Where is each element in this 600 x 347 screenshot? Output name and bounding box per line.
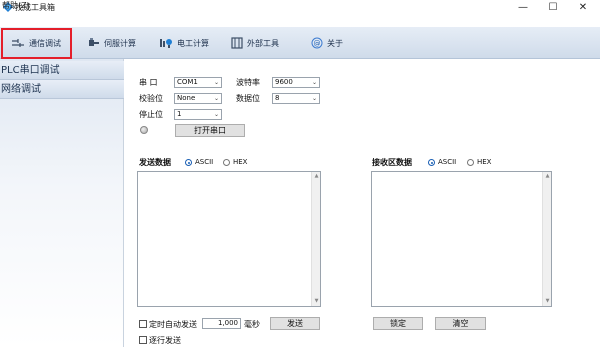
toolbar-about-button[interactable]: @ 关于	[311, 29, 361, 57]
toolbar-ext-button[interactable]: 外部工具	[231, 29, 299, 57]
toolbar-about-label: 关于	[327, 38, 343, 48]
receive-title: 接收区数据	[372, 158, 412, 167]
send-hex-label: HEX	[233, 158, 248, 166]
open-port-button[interactable]: 打开串口	[175, 124, 245, 137]
close-button[interactable]: ✕	[568, 0, 598, 15]
minimize-button[interactable]: —	[508, 0, 538, 15]
sidebar-item-plc-serial[interactable]: PLC串口调试	[0, 61, 124, 80]
toolbar-servo-label: 伺服计算	[104, 38, 136, 48]
receive-ascii-label: ASCII	[438, 158, 457, 166]
send-ascii-label: ASCII	[195, 158, 214, 166]
sidebar-item-network[interactable]: 网络调试	[0, 80, 124, 99]
databits-value: 8	[275, 94, 280, 102]
line-send-label: 逐行发送	[149, 336, 181, 345]
stopbits-label: 停止位	[139, 110, 163, 119]
port-status-indicator	[140, 126, 148, 134]
chevron-down-icon: ⌄	[213, 111, 219, 118]
line-send-checkbox[interactable]	[139, 336, 147, 344]
send-scrollbar[interactable]: ▲ ▼	[311, 172, 320, 306]
port-select[interactable]: COM1 ⌄	[174, 77, 222, 88]
toolbar-elec-button[interactable]: 电工计算	[159, 29, 219, 57]
electric-icon	[159, 37, 173, 49]
receive-hex-radio[interactable]	[467, 159, 474, 166]
clear-button[interactable]: 清空	[435, 317, 486, 330]
stopbits-select[interactable]: 1 ⌄	[174, 109, 222, 120]
auto-send-checkbox[interactable]	[139, 320, 147, 328]
menu-bar	[0, 15, 600, 27]
at-sign-icon: @	[311, 37, 323, 49]
lock-button[interactable]: 锁定	[373, 317, 423, 330]
chevron-down-icon: ⌄	[311, 79, 317, 86]
send-button[interactable]: 发送	[270, 317, 320, 330]
baud-value: 9600	[275, 78, 293, 86]
chevron-down-icon: ⌄	[213, 95, 219, 102]
receive-scrollbar[interactable]: ▲ ▼	[542, 172, 551, 306]
receive-hex-label: HEX	[477, 158, 492, 166]
auto-send-label: 定时自动发送	[149, 320, 197, 329]
scroll-down-icon[interactable]: ▼	[312, 297, 321, 306]
port-label: 串 口	[139, 78, 158, 87]
menu-help[interactable]: 帮助(Z)	[2, 0, 30, 12]
window-grid-icon	[231, 37, 243, 49]
baud-select[interactable]: 9600 ⌄	[272, 77, 320, 88]
send-textarea[interactable]: ▲ ▼	[137, 171, 321, 307]
send-hex-radio[interactable]	[223, 159, 230, 166]
svg-text:@: @	[314, 40, 321, 48]
scroll-up-icon[interactable]: ▲	[543, 172, 552, 181]
receive-textarea[interactable]: ▲ ▼	[371, 171, 552, 307]
stopbits-value: 1	[177, 110, 182, 118]
servo-icon	[88, 37, 100, 49]
scroll-up-icon[interactable]: ▲	[312, 172, 321, 181]
port-value: COM1	[177, 78, 198, 86]
toolbar-elec-label: 电工计算	[177, 38, 209, 48]
baud-label: 波特率	[236, 78, 260, 87]
interval-input[interactable]: 1,000	[202, 318, 241, 329]
toolbar-servo-button[interactable]: 伺服计算	[88, 29, 148, 57]
chevron-down-icon: ⌄	[311, 95, 317, 102]
send-title: 发送数据	[139, 158, 171, 167]
maximize-button[interactable]: ☐	[538, 0, 568, 15]
selection-highlight	[1, 28, 72, 59]
receive-ascii-radio[interactable]	[428, 159, 435, 166]
databits-select[interactable]: 8 ⌄	[272, 93, 320, 104]
sidebar	[0, 59, 124, 347]
chevron-down-icon: ⌄	[213, 79, 219, 86]
scroll-down-icon[interactable]: ▼	[543, 297, 552, 306]
parity-value: None	[177, 94, 196, 102]
send-ascii-radio[interactable]	[185, 159, 192, 166]
interval-unit: 毫秒	[244, 320, 260, 329]
databits-label: 数据位	[236, 94, 260, 103]
parity-select[interactable]: None ⌄	[174, 93, 222, 104]
parity-label: 校验位	[139, 94, 163, 103]
toolbar-ext-label: 外部工具	[247, 38, 279, 48]
